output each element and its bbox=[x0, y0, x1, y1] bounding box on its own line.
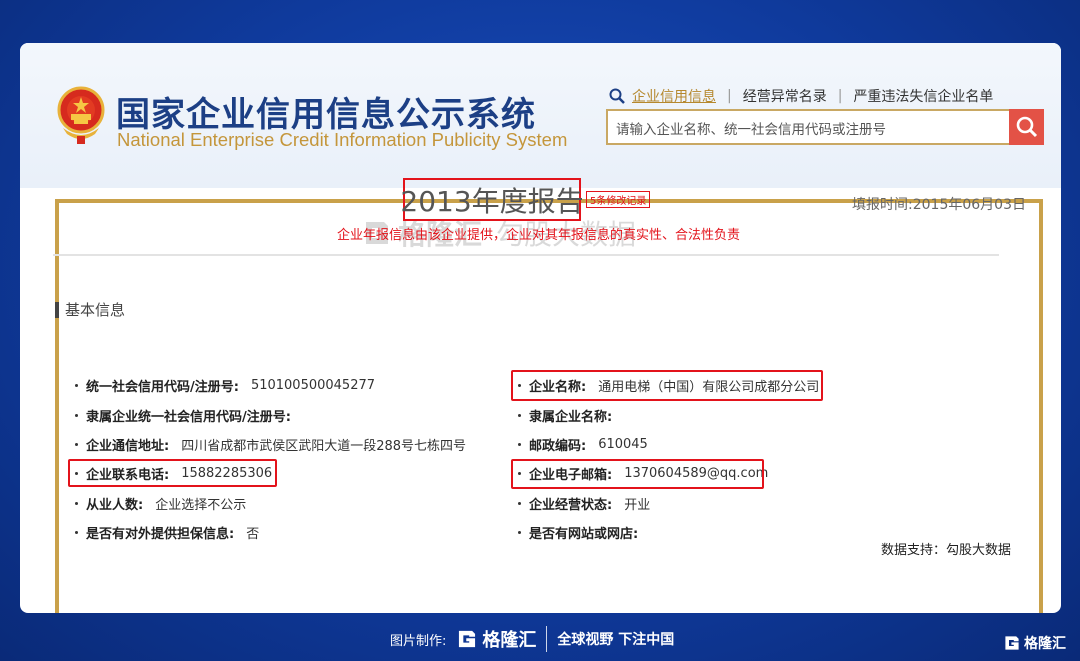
divider bbox=[53, 254, 999, 256]
report-disclaimer: 企业年报信息由该企业提供，企业对其年报信息的真实性、合法性负责 bbox=[337, 228, 741, 243]
corner-brand: 格隆汇 bbox=[1003, 633, 1066, 653]
bullet-dot bbox=[75, 442, 78, 446]
field-label: 邮政编码: bbox=[529, 438, 587, 454]
field-value: 否 bbox=[246, 526, 260, 542]
field-value: 610045 bbox=[598, 436, 648, 452]
field-business-status: 企业经营状态: 开业 bbox=[518, 492, 650, 514]
footer-separator bbox=[546, 626, 548, 652]
field-parent-credit-code: 隶属企业统一社会信用代码/注册号: bbox=[75, 404, 303, 426]
footer: 图片制作: 格隆汇 全球视野 下注中国 bbox=[390, 625, 674, 653]
bullet-dot bbox=[518, 530, 521, 534]
field-value: 510100500045277 bbox=[250, 377, 376, 393]
nav-separator: | bbox=[837, 88, 843, 104]
field-label: 隶属企业统一社会信用代码/注册号: bbox=[86, 409, 291, 425]
bullet-dot bbox=[518, 501, 521, 505]
report-title: 2013年度报告 bbox=[400, 178, 584, 221]
field-label: 从业人数: bbox=[86, 497, 144, 513]
bullet-dot bbox=[75, 413, 78, 417]
search-input[interactable]: 请输入企业名称、统一社会信用代码或注册号 bbox=[606, 109, 1011, 145]
field-label: 是否有网站或网店: bbox=[529, 526, 639, 542]
field-postal-code: 邮政编码: 610045 bbox=[518, 433, 648, 455]
gelonghui-g-logo-icon bbox=[459, 630, 476, 648]
field-label: 企业通信地址: bbox=[86, 438, 170, 454]
nav-item-abnormal-list[interactable]: 经营异常名录 bbox=[743, 86, 827, 106]
section-title-basic-info: 基本信息 bbox=[55, 299, 125, 320]
field-website: 是否有网站或网店: bbox=[518, 521, 650, 543]
field-employees: 从业人数: 企业选择不公示 bbox=[75, 492, 246, 514]
gelonghui-g-logo-icon bbox=[1005, 636, 1019, 650]
field-value: 开业 bbox=[624, 497, 651, 513]
fill-date: 填报时间:2015年06月03日 bbox=[852, 197, 1026, 213]
search-icon bbox=[1016, 116, 1037, 138]
field-address: 企业通信地址: 四川省成都市武侯区武阳大道一段288号七栋四号 bbox=[75, 433, 466, 455]
site-header: 国家企业信用信息公示系统 National Enterprise Credit … bbox=[20, 43, 1061, 188]
field-value: 四川省成都市武侯区武阳大道一段288号七栋四号 bbox=[181, 438, 467, 454]
section-bar bbox=[55, 301, 59, 318]
field-parent-company-name: 隶属企业名称: bbox=[518, 404, 624, 426]
field-credit-code: 统一社会信用代码/注册号: 510100500045277 bbox=[75, 374, 375, 396]
nav-item-credit-info[interactable]: 企业信用信息 bbox=[632, 86, 716, 106]
field-guarantee: 是否有对外提供担保信息: 否 bbox=[75, 521, 259, 543]
footer-slogan: 全球视野 下注中国 bbox=[557, 632, 675, 648]
search-button[interactable] bbox=[1009, 109, 1044, 145]
bullet-dot bbox=[75, 501, 78, 505]
bullet-dot bbox=[75, 530, 78, 534]
national-emblem-icon bbox=[57, 86, 105, 144]
highlight-email bbox=[511, 459, 764, 489]
nav-separator: | bbox=[727, 88, 732, 104]
field-label: 企业经营状态: bbox=[529, 497, 613, 513]
modify-records-badge[interactable]: 5条修改记录 bbox=[586, 191, 651, 208]
corner-brand-name: 格隆汇 bbox=[1024, 636, 1066, 652]
bullet-dot bbox=[518, 442, 521, 446]
field-label: 隶属企业名称: bbox=[529, 409, 613, 425]
field-label: 统一社会信用代码/注册号: bbox=[86, 379, 239, 395]
site-title-en: National Enterprise Credit Information P… bbox=[117, 129, 568, 150]
highlight-phone bbox=[68, 459, 277, 487]
footer-brand-name: 格隆汇 bbox=[482, 630, 537, 651]
nav-item-dishonest-list[interactable]: 严重违法失信企业名单 bbox=[853, 86, 993, 106]
bullet-dot bbox=[518, 413, 521, 417]
field-label: 是否有对外提供担保信息: bbox=[86, 526, 235, 542]
top-nav: 企业信用信息 | 经营异常名录 | 严重违法失信企业名单 bbox=[608, 86, 993, 106]
section-title-text: 基本信息 bbox=[65, 301, 126, 319]
bullet-dot bbox=[75, 383, 78, 387]
footer-credit: 图片制作: bbox=[390, 633, 447, 649]
field-value: 企业选择不公示 bbox=[155, 497, 247, 513]
footer-brand: 格隆汇 bbox=[456, 626, 536, 652]
magnifier-icon bbox=[609, 88, 625, 104]
data-support-note: 数据支持：勾股大数据 bbox=[881, 543, 1012, 558]
highlight-company-name bbox=[511, 370, 823, 401]
